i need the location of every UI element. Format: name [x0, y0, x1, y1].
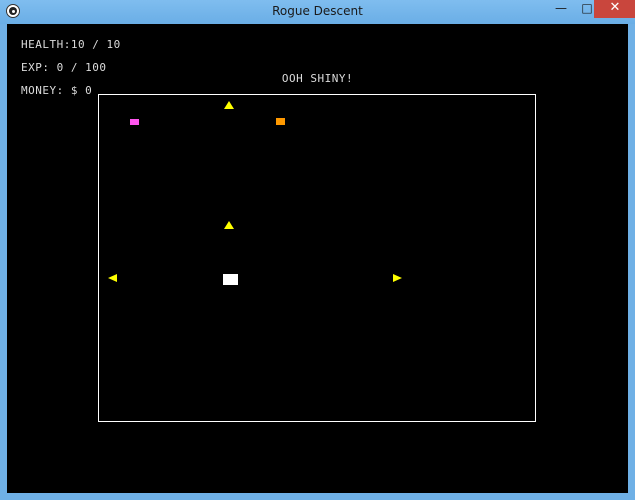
player-icon [223, 274, 238, 285]
enemy-triangle-icon [393, 274, 402, 282]
close-button[interactable]: ✕ [594, 0, 635, 18]
window-title: Rogue Descent [272, 4, 363, 18]
game-message: OOH SHINY! [281, 72, 354, 85]
health-value: 10 / 10 [70, 38, 121, 51]
money-label: MONEY: [21, 84, 64, 97]
item-orange-icon [276, 118, 285, 125]
game-canvas[interactable]: HEALTH:10 / 10 EXP: 0 / 100 MONEY: $ 0 O… [7, 24, 628, 493]
enemy-triangle-icon [224, 221, 234, 229]
money-value: $ 0 [70, 84, 93, 97]
health-readout: HEALTH:10 / 10 [21, 38, 121, 51]
dungeon-room [98, 94, 536, 422]
title-bar[interactable]: Rogue Descent — □ ✕ [0, 0, 635, 24]
health-label: HEALTH: [21, 38, 71, 51]
minimize-button[interactable]: — [548, 0, 574, 18]
money-readout: MONEY: $ 0 [21, 84, 92, 97]
item-magenta-icon [130, 119, 139, 125]
enemy-triangle-icon [224, 101, 234, 109]
enemy-triangle-icon [108, 274, 117, 282]
